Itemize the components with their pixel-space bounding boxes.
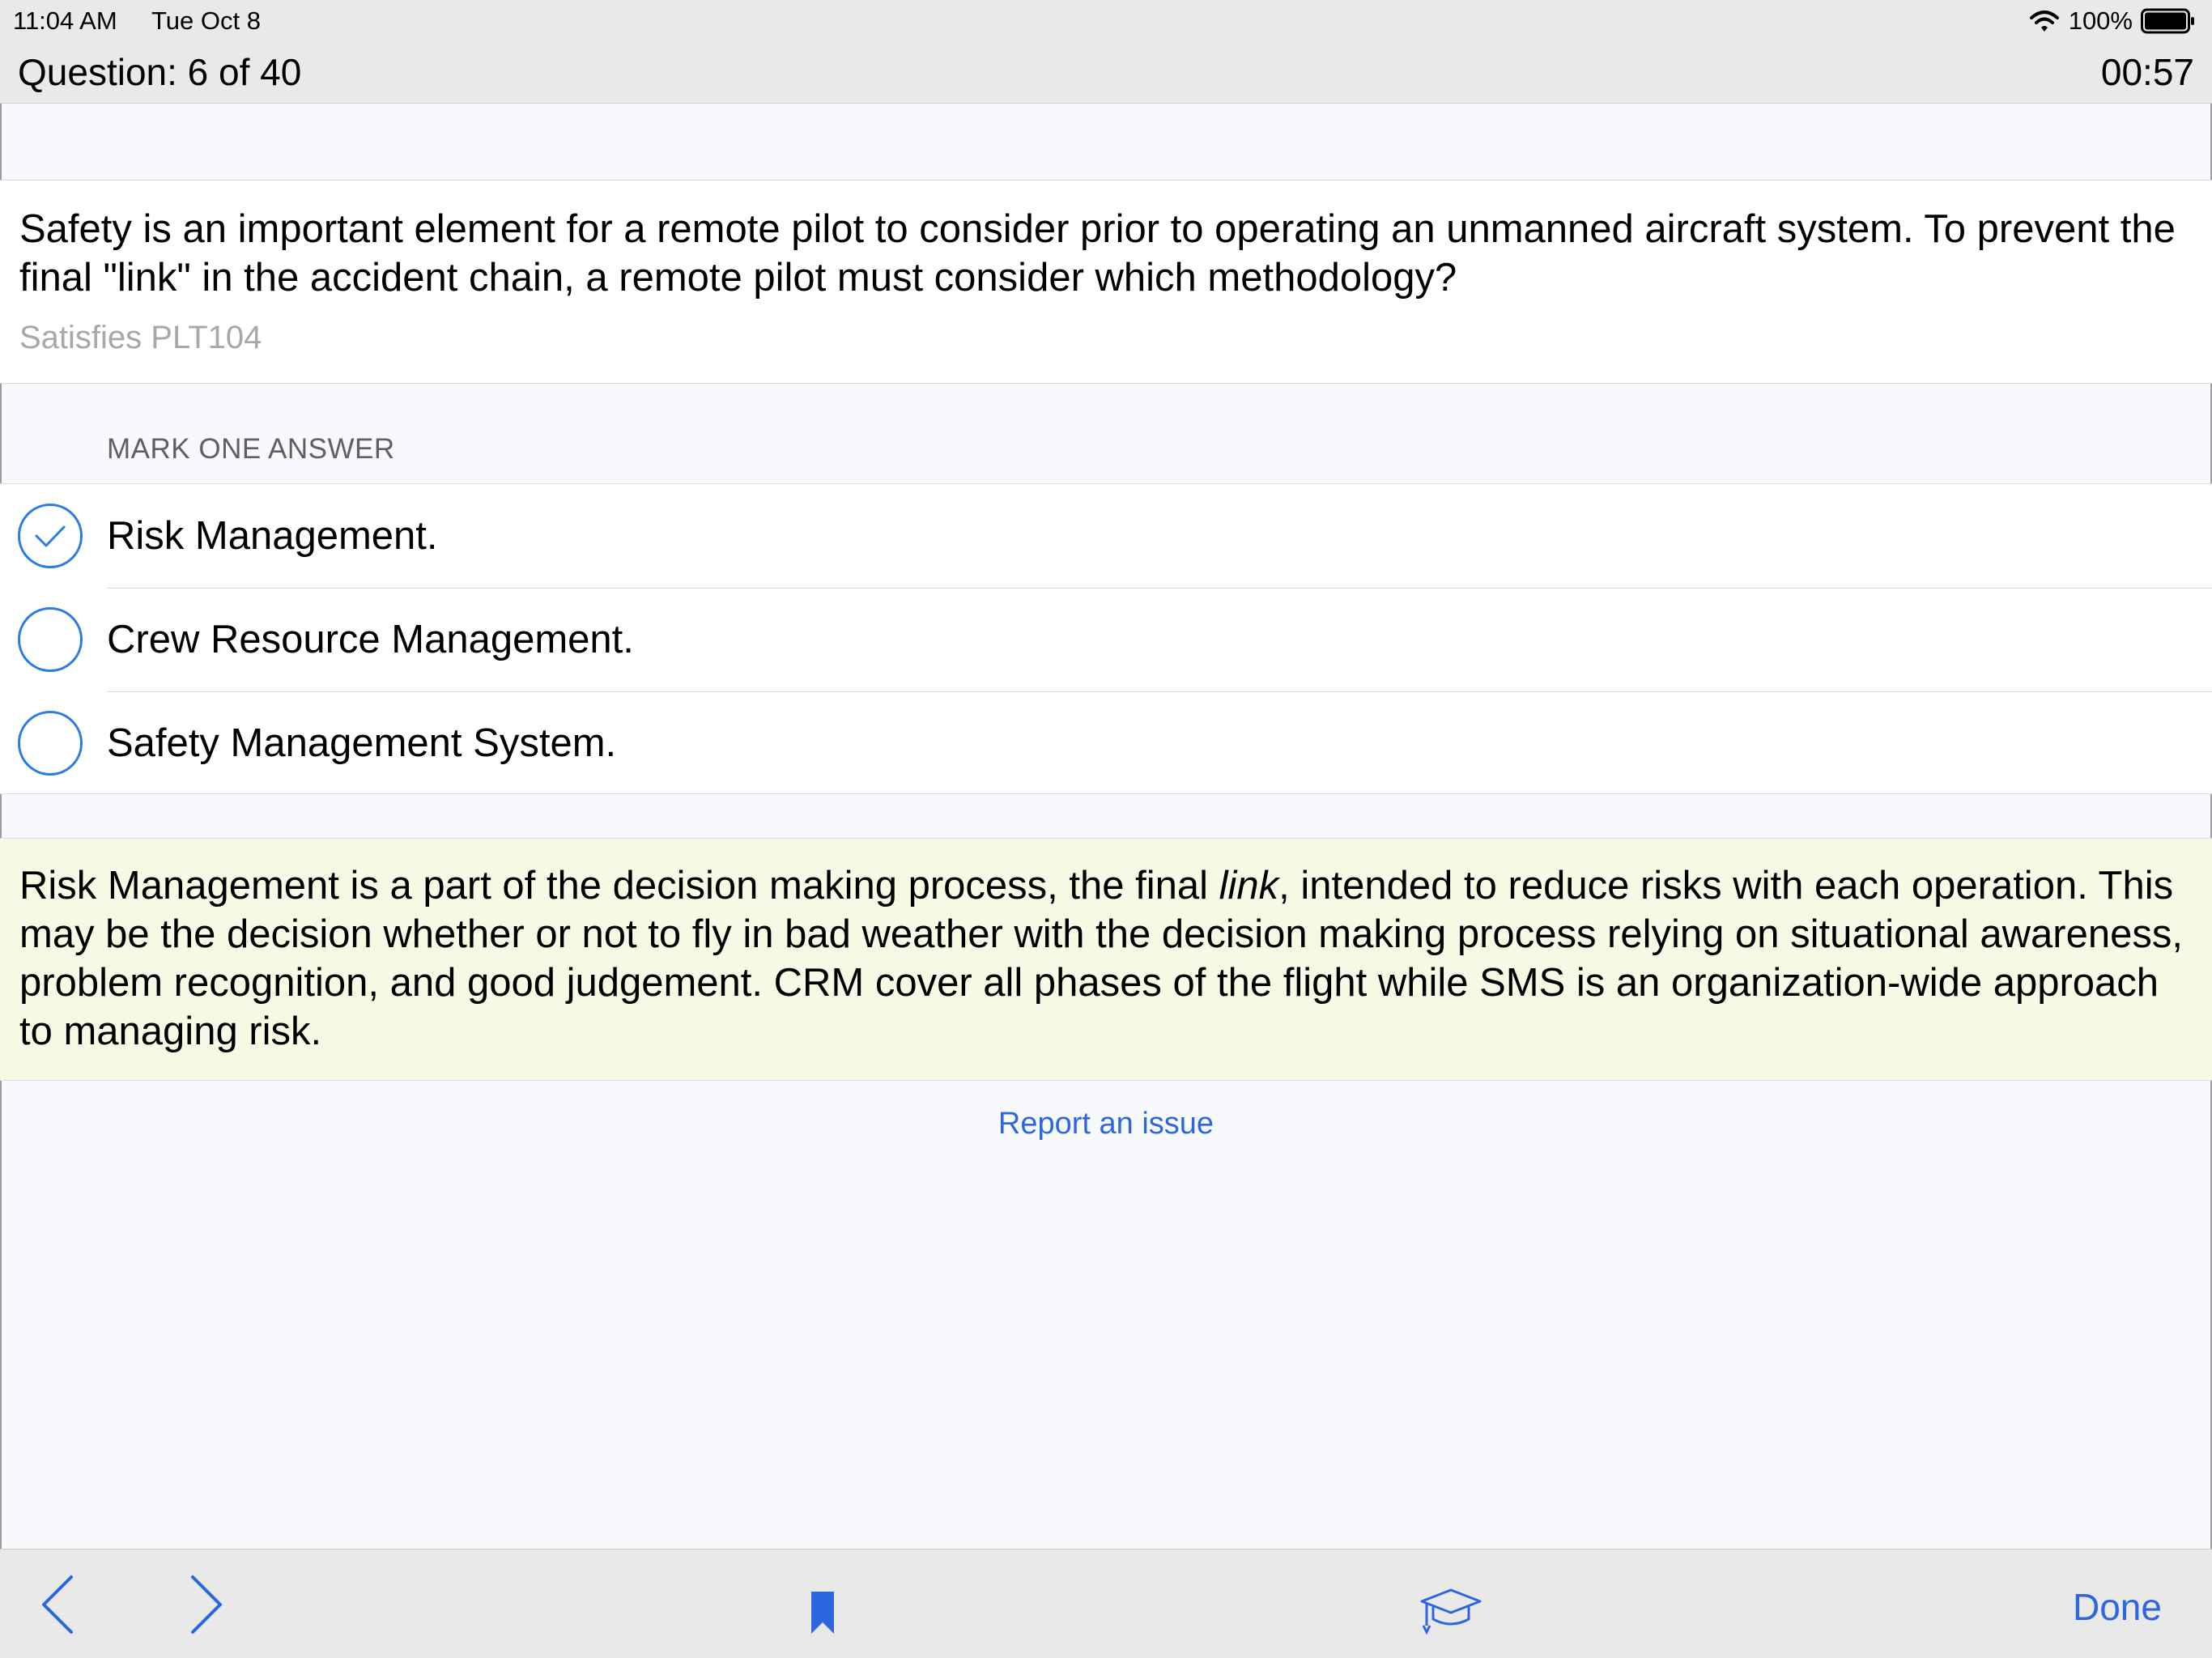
explanation-italic-link: link [1219,864,1279,908]
explanation-text-start: Risk Management is a part of the decisio… [19,864,1219,908]
quiz-screen: 11:04 AM Tue Oct 8 100% Question: 6 of 4… [0,0,2212,1658]
timer: 00:57 [2100,51,2194,93]
status-time: 11:04 AM [13,6,117,35]
explanation-text: Risk Management is a part of the decisio… [19,861,2197,1056]
next-question-button[interactable] [180,1574,228,1635]
question-reference: Satisfies PLT104 [19,320,262,355]
previous-question-button[interactable] [36,1574,84,1635]
chevron-left-icon [42,1575,73,1634]
done-button[interactable]: Done [2073,1585,2162,1629]
wifi-icon [2028,8,2061,34]
battery-percent: 100% [2068,6,2133,35]
answer-section-header: MARK ONE ANSWER [107,433,395,465]
radio-circle-icon [18,711,83,776]
bookmark-button[interactable] [806,1582,839,1643]
checkmark-circle-icon [18,504,83,568]
answer-label: Safety Management System. [107,721,617,765]
question-text: Safety is an important element for a rem… [19,207,2176,300]
answer-option-safety-management-system[interactable]: Safety Management System. [0,691,2212,795]
question-counter: Question: 6 of 40 [18,51,302,93]
battery-icon [2141,8,2196,34]
radio-circle-icon [18,607,83,672]
answer-list: Risk Management. Crew Resource Managemen… [0,483,2212,794]
top-bar: 11:04 AM Tue Oct 8 100% Question: 6 of 4… [0,0,2212,104]
bottom-toolbar: Done [0,1549,2212,1658]
answer-option-risk-management[interactable]: Risk Management. [0,484,2212,588]
report-issue-link[interactable]: Report an issue [0,1107,2212,1141]
graduation-cap-icon [1420,1588,1482,1635]
answer-label: Crew Resource Management. [107,618,634,661]
answer-option-crew-resource-management[interactable]: Crew Resource Management. [0,588,2212,691]
chevron-right-icon [191,1575,222,1634]
status-right: 100% [2028,6,2196,36]
explanation-panel: Risk Management is a part of the decisio… [0,838,2212,1081]
question-card: Safety is an important element for a rem… [0,180,2212,384]
answer-label: Risk Management. [107,514,438,558]
status-date: Tue Oct 8 [151,6,261,35]
study-button[interactable] [1419,1579,1483,1640]
bookmark-icon [811,1592,834,1634]
